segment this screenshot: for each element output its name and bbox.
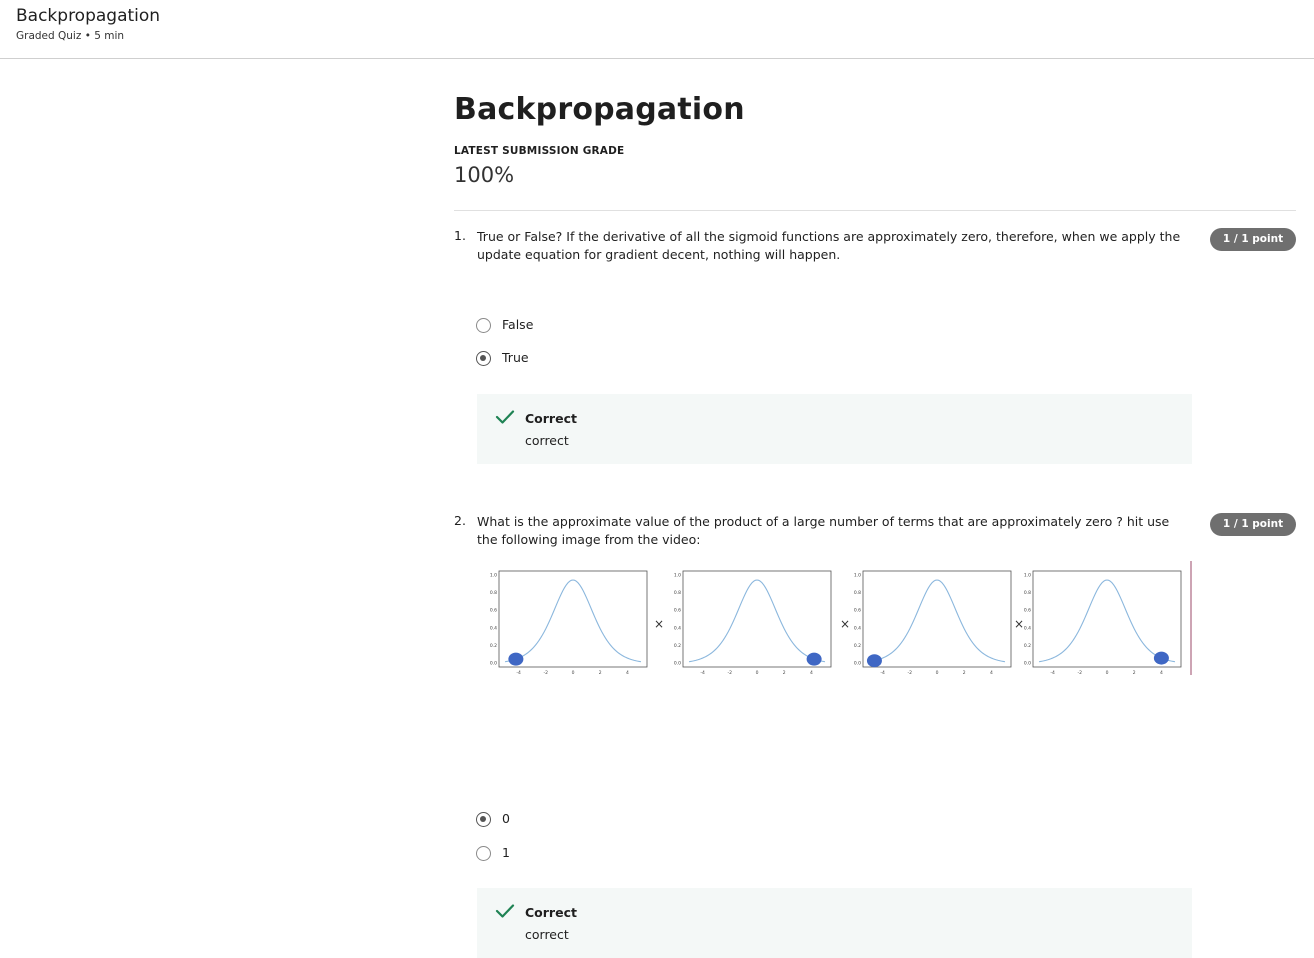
x-tick-label: 4: [990, 670, 993, 676]
x-tick-label: 0: [756, 670, 759, 676]
y-tick-label: 1.0: [1024, 573, 1031, 579]
y-tick-label: 0.6: [1024, 608, 1031, 614]
x-tick-label: 2: [783, 670, 786, 676]
y-tick-label: 1.0: [490, 573, 497, 579]
x-tick-label: 4: [810, 670, 813, 676]
feedback-box: Correct correct: [477, 888, 1192, 958]
y-tick-label: 0.0: [1024, 661, 1031, 667]
x-tick-label: -2: [908, 670, 913, 676]
feedback-title: Correct: [525, 411, 577, 426]
question-number: 1.: [454, 228, 466, 243]
plot-panel: [498, 570, 648, 668]
y-tick-label: 0.6: [854, 608, 861, 614]
gradient-point: [1153, 651, 1169, 665]
x-tick-label: -2: [728, 670, 733, 676]
question-2: 2. What is the approximate value of the …: [454, 513, 1296, 958]
y-tick-label: 0.0: [674, 661, 681, 667]
points-badge: 1 / 1 point: [1210, 513, 1296, 536]
check-icon: [495, 410, 515, 424]
option-label: False: [502, 317, 534, 332]
y-tick-label: 0.6: [674, 608, 681, 614]
y-tick-label: 0.8: [674, 590, 681, 596]
radio-button[interactable]: [476, 846, 491, 861]
y-tick-label: 0.8: [1024, 590, 1031, 596]
x-tick-label: 4: [1160, 670, 1163, 676]
radio-button-selected[interactable]: [476, 351, 491, 366]
feedback-text: correct: [525, 927, 569, 942]
x-tick-label: -2: [1078, 670, 1083, 676]
option-label: True: [502, 350, 529, 365]
question-1: 1. True or False? If the derivative of a…: [454, 228, 1296, 468]
x-tick-label: -4: [516, 670, 521, 676]
y-tick-label: 0.4: [490, 625, 497, 631]
x-tick-label: -2: [544, 670, 549, 676]
x-tick-label: 2: [963, 670, 966, 676]
y-tick-label: 0.6: [490, 608, 497, 614]
option-label: 1: [502, 845, 510, 860]
feedback-title: Correct: [525, 905, 577, 920]
grade-label: LATEST SUBMISSION GRADE: [454, 145, 625, 157]
x-tick-label: 0: [936, 670, 939, 676]
points-badge: 1 / 1 point: [1210, 228, 1296, 251]
quiz-header: Backpropagation Graded Quiz • 5 min: [0, 0, 1314, 59]
radio-button-selected[interactable]: [476, 812, 491, 827]
x-tick-label: 2: [1133, 670, 1136, 676]
y-tick-label: 0.8: [490, 590, 497, 596]
header-subtitle: Graded Quiz • 5 min: [16, 30, 125, 42]
y-tick-label: 0.2: [854, 643, 861, 649]
y-tick-label: 0.2: [674, 643, 681, 649]
y-tick-label: 1.0: [674, 573, 681, 579]
check-icon: [495, 904, 515, 918]
y-tick-label: 0.8: [854, 590, 861, 596]
multiply-symbol: ×: [654, 617, 664, 631]
question-number: 2.: [454, 513, 466, 528]
grade-value: 100%: [454, 163, 515, 187]
multiply-symbol: ×: [840, 617, 850, 631]
x-tick-label: 2: [599, 670, 602, 676]
page-title: Backpropagation: [454, 92, 745, 127]
y-tick-label: 0.4: [854, 625, 861, 631]
y-tick-label: 0.2: [1024, 643, 1031, 649]
radio-button[interactable]: [476, 318, 491, 333]
x-tick-label: -4: [700, 670, 705, 676]
x-tick-label: 4: [626, 670, 629, 676]
question-text: True or False? If the derivative of all …: [477, 229, 1181, 262]
multiply-symbol: ×: [1014, 617, 1024, 631]
y-tick-label: 0.4: [1024, 625, 1031, 631]
x-tick-label: 0: [1106, 670, 1109, 676]
feedback-text: correct: [525, 433, 569, 448]
gradient-point: [508, 652, 524, 666]
feedback-box: Correct correct: [477, 394, 1192, 464]
sigmoid-derivative-figure: 1.0 0.8 0.6 0.4 0.2 0.0 -4 -2 0 2 4 1.0 0.8 0.6 0.4 0.2…: [490, 561, 1192, 676]
x-tick-label: 0: [572, 670, 575, 676]
x-tick-label: -4: [880, 670, 885, 676]
question-text: What is the approximate value of the pro…: [477, 514, 1170, 547]
y-tick-label: 1.0: [854, 573, 861, 579]
gradient-point: [806, 652, 822, 666]
option-label: 0: [502, 811, 510, 826]
divider: [454, 210, 1296, 211]
y-tick-label: 0.0: [854, 661, 861, 667]
plot-panel: [682, 570, 832, 668]
y-tick-label: 0.4: [674, 625, 681, 631]
plot-panel: [862, 570, 1012, 668]
y-tick-label: 0.0: [490, 661, 497, 667]
header-title: Backpropagation: [16, 6, 161, 26]
gradient-point: [866, 654, 882, 668]
y-tick-label: 0.2: [490, 643, 497, 649]
x-tick-label: -4: [1050, 670, 1055, 676]
